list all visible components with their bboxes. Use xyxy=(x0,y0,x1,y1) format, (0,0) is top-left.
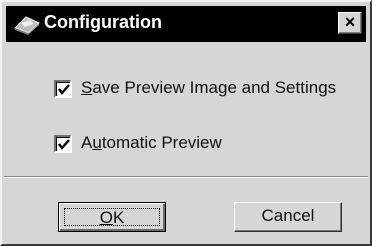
save-preview-option[interactable]: Save Preview Image and Settings xyxy=(54,78,336,98)
close-icon: × xyxy=(344,12,356,32)
save-preview-label-rest: ave Preview Image and Settings xyxy=(92,78,337,97)
window-title: Configuration xyxy=(44,12,162,32)
save-preview-label[interactable]: Save Preview Image and Settings xyxy=(81,78,336,98)
focus-rect: OK xyxy=(64,208,160,226)
separator xyxy=(4,176,368,178)
configuration-dialog: Configuration × Save Preview Image and S… xyxy=(0,0,372,246)
ok-label-rest: K xyxy=(112,208,125,227)
automatic-preview-label[interactable]: Automatic Preview xyxy=(81,133,222,153)
checkmark-icon xyxy=(58,83,70,95)
automatic-preview-label-rest: tomatic Preview xyxy=(101,133,222,152)
close-button[interactable]: × xyxy=(338,12,362,34)
cancel-button[interactable]: Cancel xyxy=(234,202,342,232)
cancel-label: Cancel xyxy=(261,206,315,225)
title-bar[interactable]: Configuration × xyxy=(6,6,366,42)
ok-button[interactable]: OK xyxy=(58,202,166,232)
ok-mnemonic: O xyxy=(99,208,113,227)
automatic-preview-mnemonic: u xyxy=(92,133,102,152)
save-preview-checkbox[interactable] xyxy=(54,79,71,97)
save-preview-mnemonic: S xyxy=(81,78,93,97)
app-icon xyxy=(12,12,42,36)
automatic-preview-checkbox[interactable] xyxy=(54,134,71,152)
automatic-preview-label-pre: A xyxy=(81,133,93,152)
automatic-preview-option[interactable]: Automatic Preview xyxy=(54,133,222,153)
checkmark-icon xyxy=(58,138,70,150)
